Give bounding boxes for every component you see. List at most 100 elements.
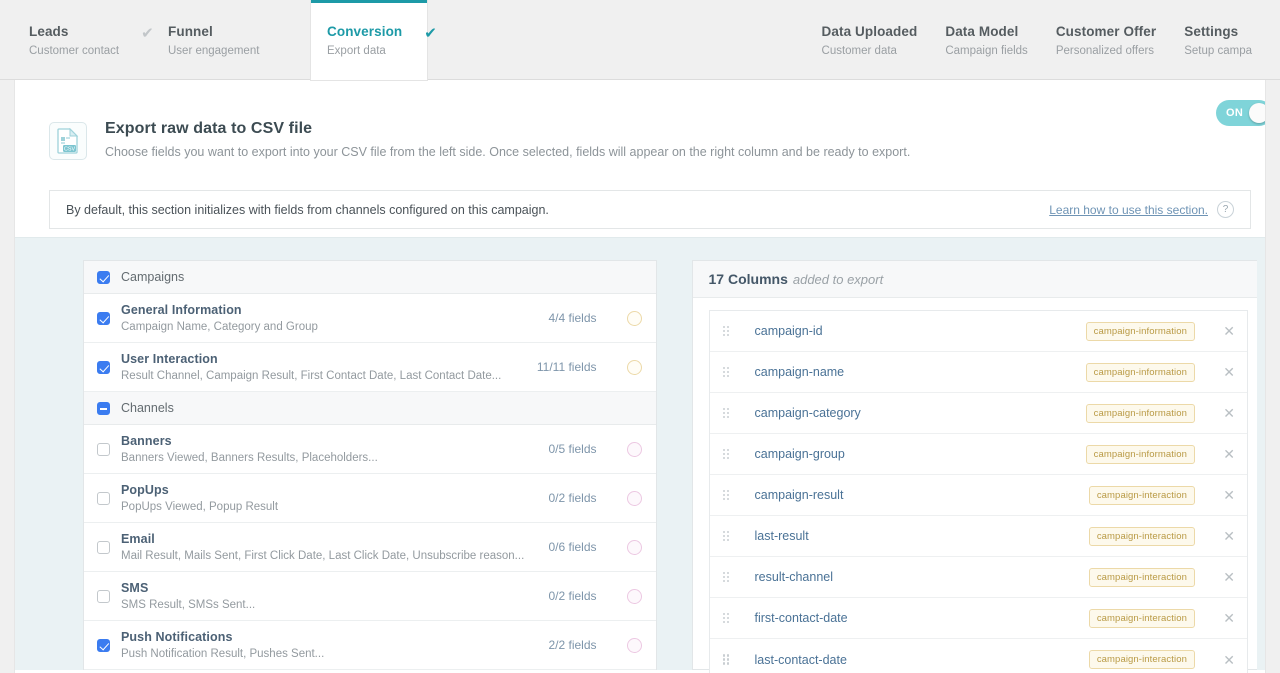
export-column-tag: campaign-interaction: [1088, 526, 1195, 546]
export-column-name: campaign-id: [754, 324, 823, 338]
checkbox-checked[interactable]: [97, 311, 110, 325]
tab-subtitle: Customer contact: [29, 44, 120, 57]
tab-leads[interactable]: Leads Customer contact ✔: [29, 0, 168, 80]
checkbox-indeterminate[interactable]: [97, 401, 110, 415]
drag-handle-icon[interactable]: [722, 530, 732, 542]
category-dot-icon: [626, 441, 642, 457]
export-column-name: last-contact-date: [754, 652, 847, 667]
remove-column-icon[interactable]: ✕: [1195, 365, 1235, 379]
info-notice-bar: By default, this section initializes wit…: [49, 190, 1251, 229]
remove-column-icon[interactable]: ✕: [1195, 488, 1235, 502]
field-group-row[interactable]: General Information Campaign Name, Catego…: [84, 294, 656, 343]
field-group-title: Email: [121, 532, 155, 546]
tab-subtitle: Customer data: [821, 44, 897, 57]
export-column-row[interactable]: campaign-name campaign-information ✕: [709, 352, 1247, 393]
checkbox-unchecked[interactable]: [97, 442, 110, 456]
field-group-row[interactable]: Email Mail Result, Mails Sent, First Clic…: [84, 523, 656, 572]
tab-subtitle: Setup campa: [1184, 44, 1252, 57]
tab-data-uploaded[interactable]: Data Uploaded Customer data: [822, 0, 946, 80]
checkbox-unchecked[interactable]: [97, 491, 110, 505]
drag-handle-icon[interactable]: [722, 366, 732, 378]
checkbox-checked[interactable]: [97, 270, 110, 284]
tabs-left-group: Leads Customer contact ✔ Funnel User engagem…: [29, 0, 437, 80]
field-group-row[interactable]: PopUps PopUps Viewed, Popup Result 0/2 fie…: [84, 474, 656, 523]
field-group-row[interactable]: SMS SMS Result, SMSs Sent... 0/2 fields: [84, 572, 656, 621]
checkbox-checked[interactable]: [97, 638, 110, 652]
field-group-text: PopUps PopUps Viewed, Popup Result: [121, 483, 548, 513]
tabs-right-group: Data Uploaded Customer data Data Model Camp…: [822, 0, 1280, 80]
checkbox-checked[interactable]: [97, 360, 110, 374]
export-column-row[interactable]: last-contact-date campaign-interaction ✕: [709, 639, 1247, 673]
remove-column-icon[interactable]: ✕: [1195, 529, 1235, 543]
tab-conversion[interactable]: Conversion Export data ✔: [311, 0, 437, 80]
export-column-row[interactable]: campaign-id campaign-information ✕: [709, 311, 1247, 352]
export-column-row[interactable]: campaign-result campaign-interaction ✕: [709, 475, 1247, 516]
tab-customer-offer[interactable]: Customer Offer Personalized offers: [1056, 0, 1184, 80]
learn-how-link[interactable]: Learn how to use this section.: [1049, 203, 1208, 217]
tab-data-model[interactable]: Data Model Campaign fields: [945, 0, 1055, 80]
csv-file-icon: CSV: [49, 122, 87, 160]
export-column-row[interactable]: campaign-group campaign-information ✕: [709, 434, 1247, 475]
drag-handle-icon[interactable]: [722, 654, 732, 665]
tab-subtitle: Personalized offers: [1055, 44, 1155, 57]
tab-title: Data Uploaded: [821, 24, 918, 39]
tab-settings[interactable]: Settings Setup campa: [1184, 0, 1280, 80]
tab-title: Settings: [1184, 24, 1239, 39]
tab-title: Conversion: [327, 24, 403, 39]
category-dot-icon: [626, 637, 642, 653]
panel-scroll-edge[interactable]: [1257, 238, 1265, 670]
field-group-fields-preview: SMS Result, SMSs Sent...: [121, 599, 256, 611]
remove-column-icon[interactable]: ✕: [1195, 570, 1235, 584]
export-enable-toggle[interactable]: ON: [1216, 100, 1265, 126]
remove-column-icon[interactable]: ✕: [1195, 324, 1235, 338]
drag-handle-icon[interactable]: [722, 571, 732, 583]
svg-text:CSV: CSV: [64, 146, 75, 152]
field-count-label: 2/2 fields: [548, 638, 597, 652]
drag-handle-icon[interactable]: [722, 612, 732, 624]
remove-column-icon[interactable]: ✕: [1195, 653, 1235, 667]
field-group-title: Banners: [121, 434, 172, 448]
export-column-row[interactable]: first-contact-date campaign-interaction ✕: [709, 598, 1247, 639]
page-subtitle: Choose fields you want to export into yo…: [105, 145, 911, 159]
page-title: Export raw data to CSV file: [105, 120, 313, 137]
field-group-row[interactable]: Banners Banners Viewed, Banners Results, …: [84, 425, 656, 474]
group-header-channels[interactable]: Channels: [84, 392, 656, 425]
drag-handle-icon[interactable]: [722, 325, 732, 337]
export-column-row[interactable]: campaign-category campaign-information ✕: [709, 393, 1247, 434]
toggle-knob[interactable]: [1249, 103, 1265, 123]
drag-handle-icon[interactable]: [722, 448, 732, 460]
remove-column-icon[interactable]: ✕: [1195, 611, 1235, 625]
export-hero-section: CSV Export raw data to CSV file Choose f…: [15, 80, 1265, 160]
tab-subtitle: User engagement: [168, 44, 260, 57]
top-tab-bar: Leads Customer contact ✔ Funnel User engagem…: [0, 0, 1280, 80]
category-dot-icon: [626, 359, 642, 375]
group-header-campaigns[interactable]: Campaigns: [84, 261, 656, 294]
drag-handle-icon[interactable]: [722, 489, 732, 501]
export-column-tag: campaign-information: [1085, 321, 1195, 341]
tab-subtitle: Campaign fields: [945, 44, 1028, 57]
field-group-fields-preview: Result Channel, Campaign Result, First C…: [121, 370, 502, 382]
field-group-text: Email Mail Result, Mails Sent, First Clic…: [121, 532, 548, 562]
field-group-row[interactable]: Push Notifications Push Notification Resu…: [84, 621, 656, 670]
field-count-label: 0/5 fields: [548, 442, 597, 456]
tab-funnel[interactable]: Funnel User engagement: [168, 0, 307, 80]
export-column-tag: campaign-information: [1085, 444, 1195, 464]
export-columns-body: campaign-id campaign-information ✕ campaign…: [693, 298, 1265, 673]
checkbox-unchecked[interactable]: [97, 540, 110, 554]
field-group-title: Push Notifications: [121, 630, 233, 644]
checkbox-unchecked[interactable]: [97, 589, 110, 603]
remove-column-icon[interactable]: ✕: [1195, 447, 1235, 461]
export-column-tag: campaign-interaction: [1088, 485, 1195, 505]
remove-column-icon[interactable]: ✕: [1195, 406, 1235, 420]
tab-title: Funnel: [168, 24, 213, 39]
export-column-row[interactable]: result-channel campaign-interaction ✕: [709, 557, 1247, 598]
columns-count-suffix: added to export: [792, 271, 884, 287]
tab-title: Leads: [29, 24, 69, 39]
field-group-text: User Interaction Result Channel, Campaign…: [121, 352, 537, 382]
category-dot-icon: [626, 490, 642, 506]
main-content-card: CSV Export raw data to CSV file Choose f…: [14, 80, 1266, 673]
help-icon[interactable]: ?: [1217, 201, 1234, 218]
export-column-row[interactable]: last-result campaign-interaction ✕: [709, 516, 1247, 557]
field-group-row[interactable]: User Interaction Result Channel, Campaign…: [84, 343, 656, 392]
drag-handle-icon[interactable]: [722, 407, 732, 419]
